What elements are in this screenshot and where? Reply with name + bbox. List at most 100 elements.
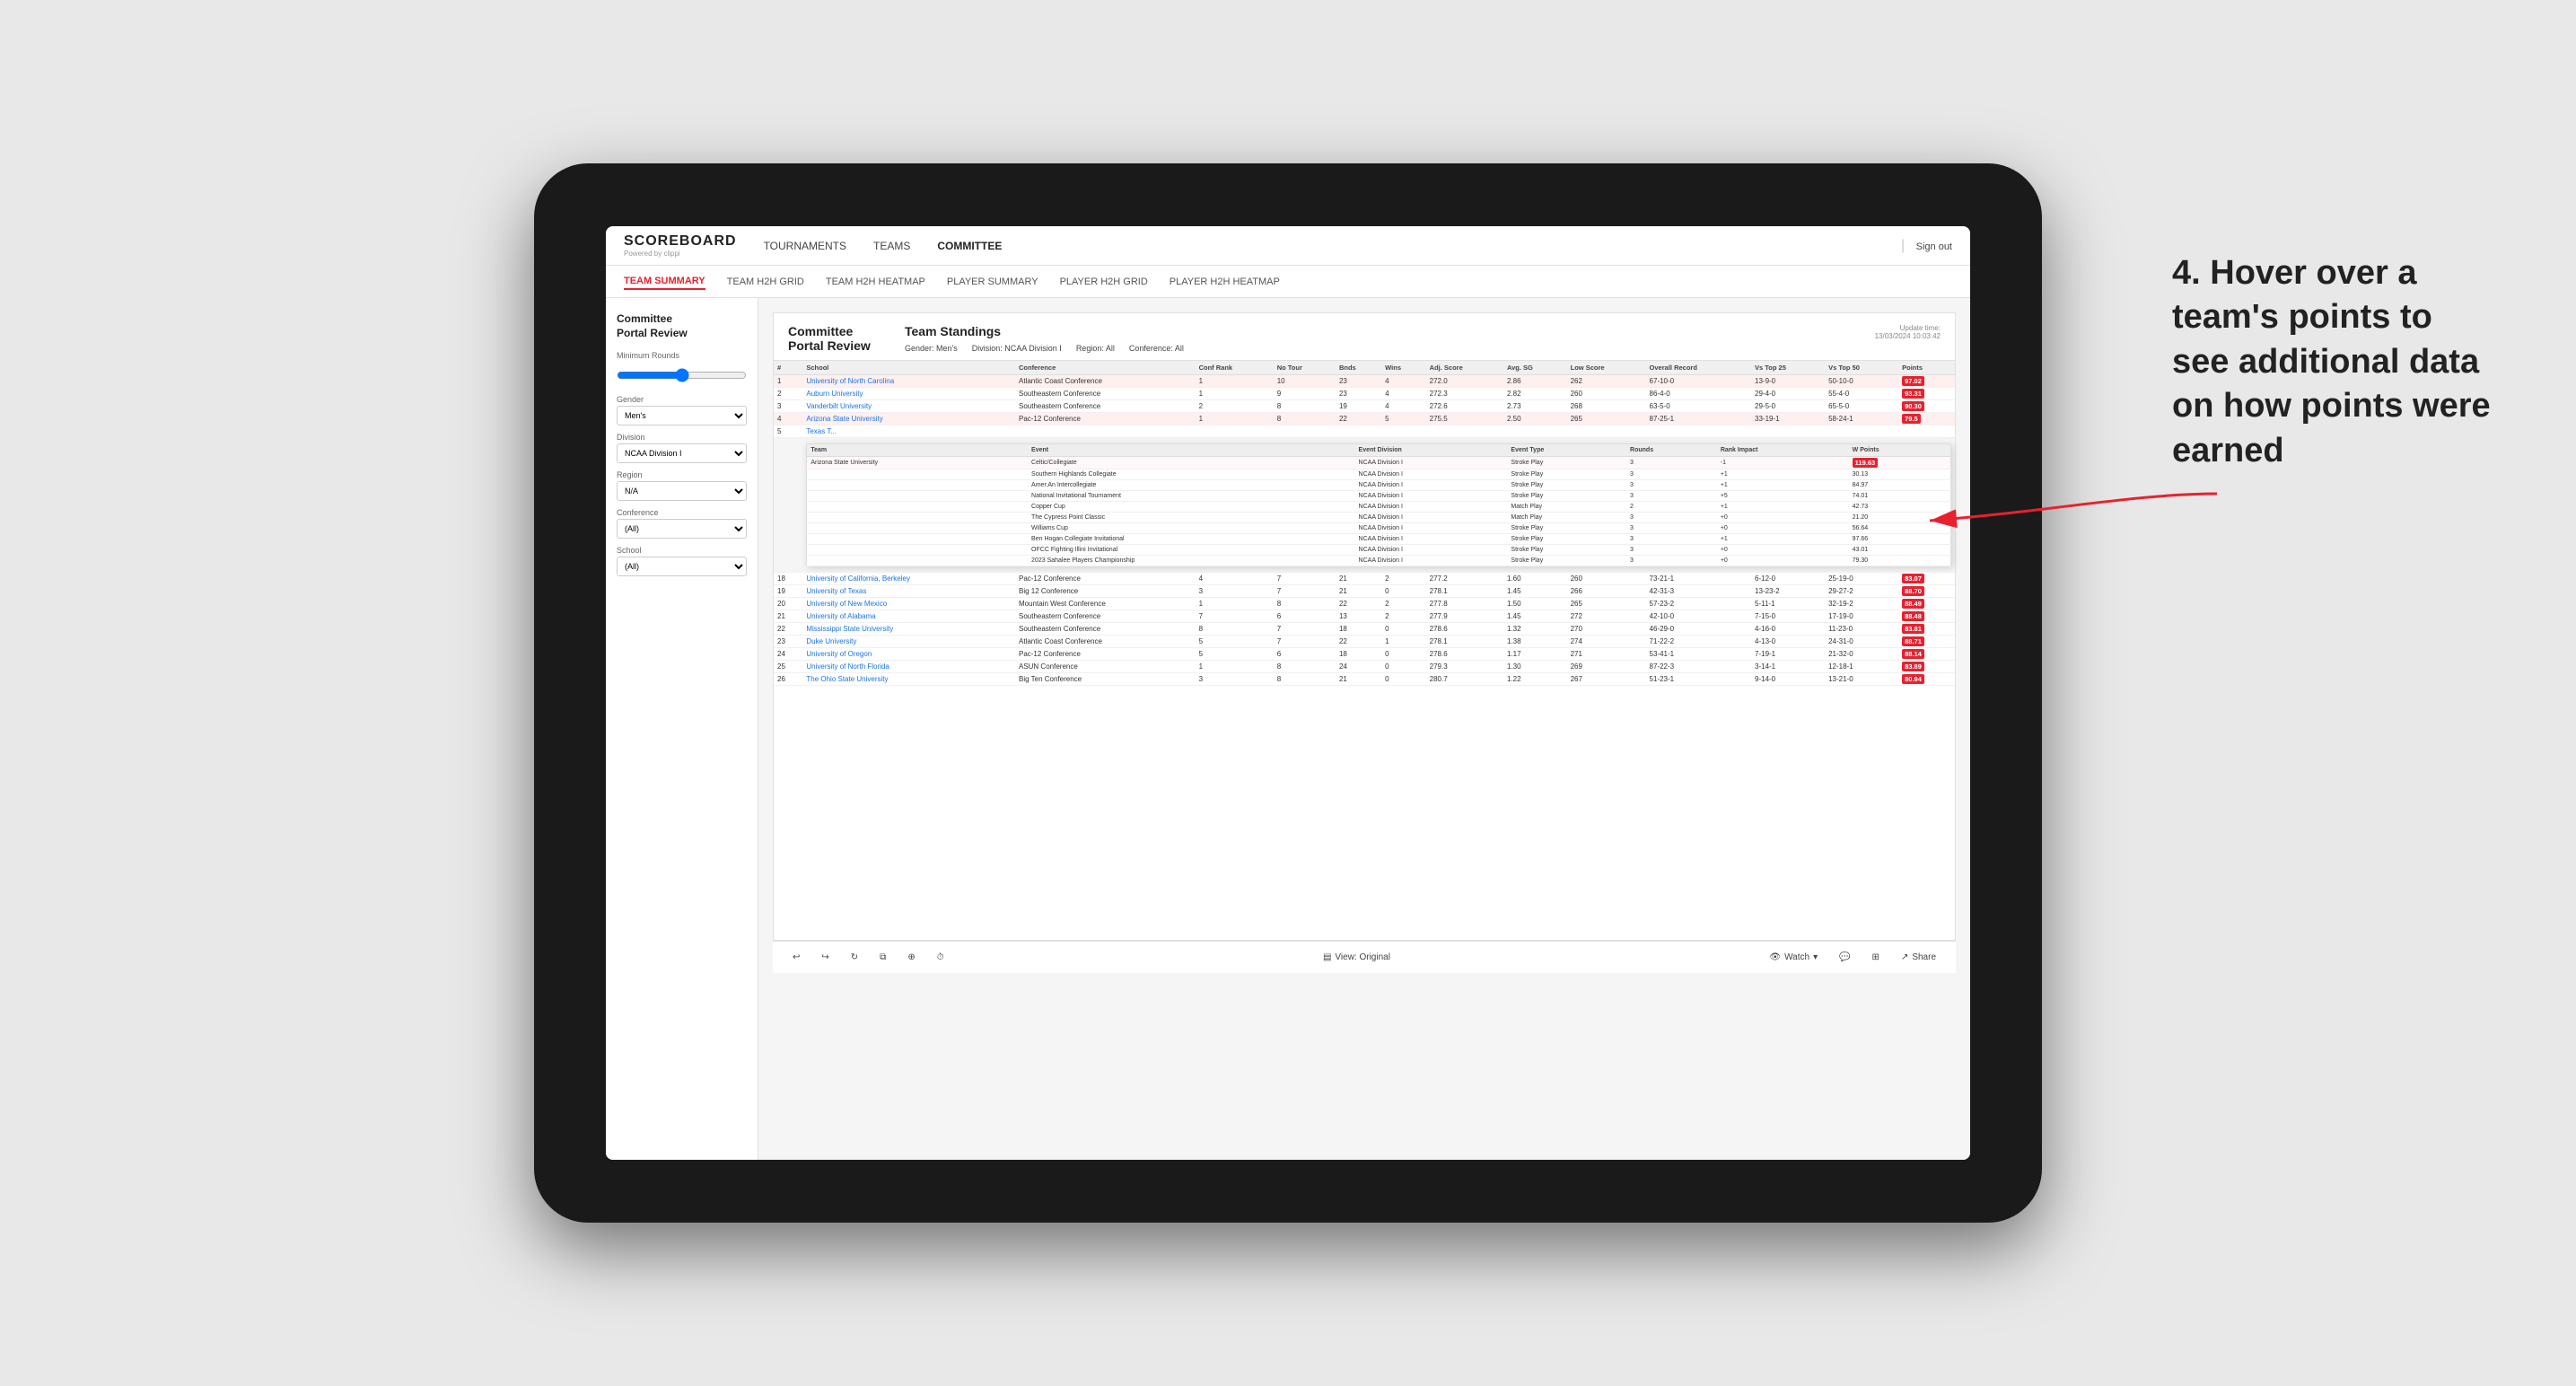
cell-bnds: 23 [1336,375,1381,388]
cell-school: Arizona State University [802,413,1015,425]
cell-wins: 2 [1381,610,1426,623]
cell-bnds: 19 [1336,400,1381,413]
nav-teams[interactable]: TEAMS [873,236,910,256]
division-select[interactable]: NCAA Division I [617,443,747,463]
clock-btn[interactable]: ⏱ [932,949,950,966]
cell-overall-record: 67-10-0 [1646,375,1751,388]
nav-items: TOURNAMENTS TEAMS COMMITTEE [764,236,1901,256]
more-btn[interactable]: ⊕ [902,949,920,966]
undo-btn[interactable]: ↩ [787,949,805,966]
th-overall-record: Overall Record [1646,361,1751,375]
share-btn[interactable]: ↗ Share [1896,949,1941,966]
cell-no-tour [1274,425,1336,438]
cell-avg-sg: 1.32 [1503,623,1567,636]
points-value: 88.48 [1902,611,1924,621]
sub-nav-team-summary[interactable]: TEAM SUMMARY [624,274,705,290]
table-header-row: # School Conference Conf Rank No Tour Bn… [774,361,1955,375]
comment-btn[interactable]: 💬 [1834,949,1855,966]
cell-bnds: 21 [1336,673,1381,686]
table-row[interactable]: 18 University of California, Berkeley Pa… [774,573,1955,585]
nav-tournaments[interactable]: TOURNAMENTS [764,236,846,256]
cell-conference: Pac-12 Conference [1015,573,1196,585]
sub-nav-player-summary[interactable]: PLAYER SUMMARY [947,275,1038,289]
hover-row: Ben Hogan Collegiate Invitational NCAA D… [807,534,1951,545]
conference-select[interactable]: (All) [617,519,747,539]
sub-nav-team-h2h-heatmap[interactable]: TEAM H2H HEATMAP [826,275,925,289]
copy-btn[interactable]: ⧉ [874,949,891,966]
region-select[interactable]: N/A [617,481,747,501]
table-row[interactable]: 3 Vanderbilt University Southeastern Con… [774,400,1955,413]
cell-no-tour: 8 [1274,661,1336,673]
cell-points: 97.02 [1898,375,1955,388]
sign-out-link[interactable]: Sign out [1916,241,1952,252]
sidebar-region-label: Region [617,470,747,479]
cell-conference: Mountain West Conference [1015,598,1196,610]
hover-row: OFCC Fighting Illini Invitational NCAA D… [807,545,1951,556]
cell-vs-top25: 13-9-0 [1751,375,1825,388]
gender-select[interactable]: Men's [617,406,747,425]
eye-icon: 👁 [1769,952,1781,962]
cell-vs-top25: 13-23-2 [1751,585,1825,598]
table-row[interactable]: 26 The Ohio State University Big Ten Con… [774,673,1955,686]
redo-btn[interactable]: ↪ [816,949,834,966]
cell-vs-top50 [1825,425,1898,438]
school-select[interactable]: (All) [617,557,747,576]
view-original-btn[interactable]: ▤ View: Original [1318,949,1396,966]
cell-conference [1015,425,1196,438]
cell-bnds: 22 [1336,598,1381,610]
table-row[interactable]: 25 University of North Florida ASUN Conf… [774,661,1955,673]
cell-points: 88.14 [1898,648,1955,661]
table-row[interactable]: 19 University of Texas Big 12 Conference… [774,585,1955,598]
cell-avg-sg: 1.45 [1503,585,1567,598]
th-conference: Conference [1015,361,1196,375]
share-icon: ↗ [1901,952,1908,962]
filter-region: All [1106,344,1115,353]
sub-nav-player-h2h-grid[interactable]: PLAYER H2H GRID [1060,275,1148,289]
table-row[interactable]: 5 Texas T... [774,425,1955,438]
expand-btn[interactable]: ⊞ [1867,949,1885,966]
cell-vs-top25: 33-19-1 [1751,413,1825,425]
cell-overall-record [1646,425,1751,438]
cell-vs-top50: 58-24-1 [1825,413,1898,425]
cell-bnds: 18 [1336,623,1381,636]
cell-conf-rank: 5 [1196,648,1274,661]
cell-low-score: 272 [1567,610,1646,623]
table-row[interactable]: 24 University of Oregon Pac-12 Conferenc… [774,648,1955,661]
bottom-toolbar: ↩ ↪ ↻ ⧉ ⊕ ⏱ ▤ View: Original 👁 [773,941,1956,973]
table-row[interactable]: 20 University of New Mexico Mountain Wes… [774,598,1955,610]
table-row[interactable]: 4 Arizona State University Pac-12 Confer… [774,413,1955,425]
table-row[interactable]: 23 Duke University Atlantic Coast Confer… [774,636,1955,648]
table-row[interactable]: 22 Mississippi State University Southeas… [774,623,1955,636]
cell-school: University of Oregon [802,648,1015,661]
watch-btn[interactable]: 👁 Watch ▾ [1764,949,1823,966]
cell-wins: 4 [1381,388,1426,400]
cell-points: 90.30 [1898,400,1955,413]
logo-text: SCOREBOARD [624,233,737,250]
cell-points: 83.81 [1898,623,1955,636]
table-row[interactable]: 2 Auburn University Southeastern Confere… [774,388,1955,400]
cell-vs-top25: 6-12-0 [1751,573,1825,585]
min-rounds-slider[interactable] [617,365,747,385]
sub-nav-player-h2h-heatmap[interactable]: PLAYER H2H HEATMAP [1170,275,1280,289]
points-value: 93.31 [1902,389,1924,399]
refresh-btn[interactable]: ↻ [846,949,863,966]
cell-vs-top25: 29-5-0 [1751,400,1825,413]
nav-committee[interactable]: COMMITTEE [937,236,1002,256]
cell-no-tour: 7 [1274,585,1336,598]
cell-low-score: 265 [1567,413,1646,425]
report-header: CommitteePortal Review Team Standings Up… [774,313,1955,361]
cell-wins: 4 [1381,400,1426,413]
cell-vs-top50: 12-18-1 [1825,661,1898,673]
cell-overall-record: 42-31-3 [1646,585,1751,598]
cell-no-tour: 6 [1274,610,1336,623]
table-row[interactable]: 1 University of North Carolina Atlantic … [774,375,1955,388]
cell-wins: 2 [1381,598,1426,610]
sub-nav-team-h2h-grid[interactable]: TEAM H2H GRID [727,275,804,289]
table-row[interactable]: 21 University of Alabama Southeastern Co… [774,610,1955,623]
cell-low-score: 262 [1567,375,1646,388]
cell-rank: 23 [774,636,802,648]
cell-no-tour: 10 [1274,375,1336,388]
cell-bnds [1336,425,1381,438]
hover-row: Arizona State University Celtic/Collegia… [807,457,1951,469]
cell-conf-rank: 1 [1196,598,1274,610]
